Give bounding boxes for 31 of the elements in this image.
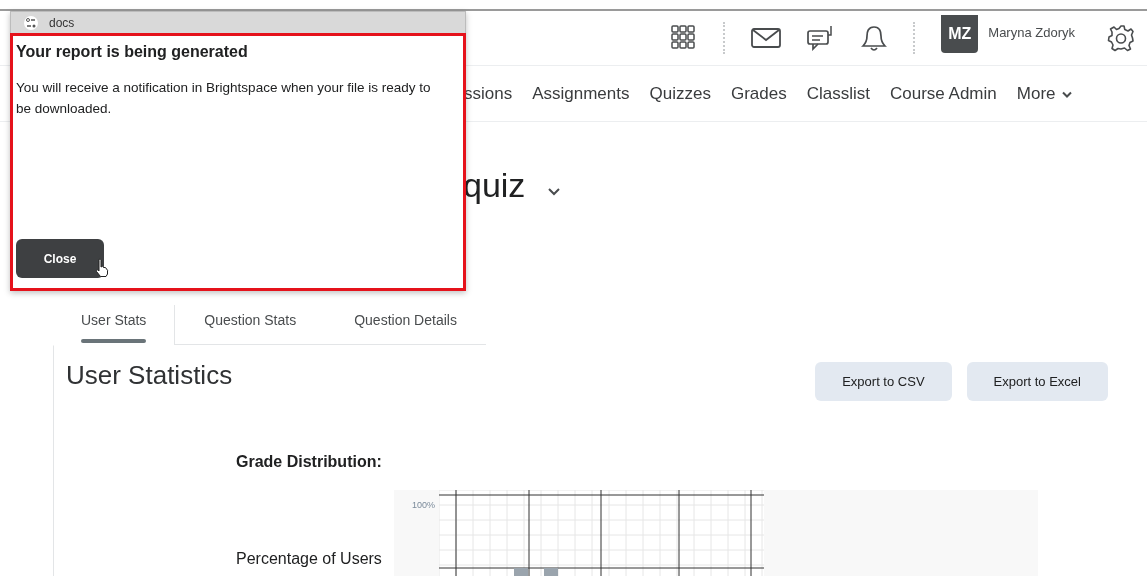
sliders-icon: [23, 15, 39, 30]
user-name[interactable]: Maryna Zdoryk: [988, 24, 1075, 40]
axis-label: Percentage of Users: [236, 550, 383, 568]
chart-title: Grade Distribution:: [236, 453, 383, 471]
nav-link[interactable]: Quizzes: [649, 83, 711, 104]
nav-link[interactable]: Grades: [730, 83, 787, 104]
chevron-down-icon: [1060, 90, 1073, 99]
dialog-message: You will receive a notification in Brightspace when your file is ready to be downloaded.: [16, 79, 432, 118]
tab[interactable]: Question Stats: [174, 305, 326, 345]
section-title: User Statistics: [66, 360, 233, 391]
user-avatar[interactable]: MZ: [941, 15, 979, 53]
axis-tick-label: 100%: [410, 500, 436, 510]
export-button[interactable]: Export to Excel: [966, 362, 1108, 401]
export-button[interactable]: Export to CSV: [815, 362, 952, 401]
nav-link[interactable]: Classlist: [806, 83, 870, 104]
hand-cursor-icon: [95, 258, 109, 278]
nav-link[interactable]: More: [1016, 83, 1073, 104]
chevron-down-icon[interactable]: [547, 187, 562, 197]
mail-icon[interactable]: [751, 27, 782, 49]
grid-icon[interactable]: [671, 25, 698, 51]
page-title: quiz: [463, 166, 526, 205]
close-button[interactable]: Close: [16, 239, 104, 278]
tab[interactable]: User Stats: [53, 305, 175, 345]
bell-icon[interactable]: [861, 24, 888, 52]
nav-link[interactable]: ssions: [464, 83, 513, 104]
nav-link[interactable]: Assignments: [532, 83, 630, 104]
nav-link[interactable]: Course Admin: [890, 83, 997, 104]
dialog-heading: Your report is being generated: [16, 43, 249, 61]
tab[interactable]: Question Details: [325, 305, 486, 345]
window-title: docs: [49, 15, 75, 30]
settings-icon[interactable]: [1107, 24, 1135, 52]
